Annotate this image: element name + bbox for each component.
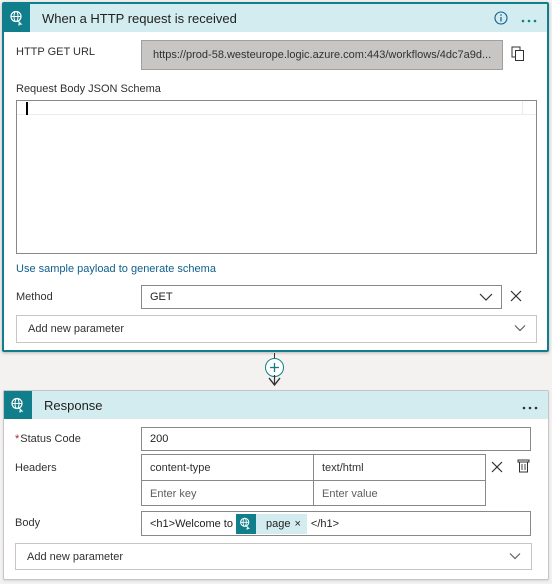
dynamic-content-token[interactable]: page × (235, 513, 307, 534)
header-key-cell[interactable]: content-type (142, 455, 313, 480)
close-icon[interactable] (508, 288, 524, 304)
method-value: GET (150, 291, 173, 303)
more-icon[interactable] (520, 400, 540, 410)
headers-table[interactable]: content-type text/html Enter key Enter v… (141, 454, 486, 506)
more-icon[interactable] (519, 13, 539, 23)
http-request-globe-icon (235, 513, 256, 534)
info-icon[interactable] (493, 10, 509, 26)
add-new-parameter-label: Add new parameter (28, 323, 124, 335)
schema-editor[interactable] (16, 100, 537, 254)
editor-scrollbar[interactable] (522, 101, 536, 115)
token-remove-icon[interactable]: × (294, 518, 306, 530)
header-value-input[interactable]: Enter value (314, 481, 486, 506)
required-marker: * (15, 433, 20, 445)
trigger-title: When a HTTP request is received (42, 10, 237, 26)
header-key-input[interactable]: Enter key (142, 481, 313, 506)
http-request-globe-icon (4, 391, 32, 419)
trigger-card-header[interactable]: When a HTTP request is received (4, 4, 547, 32)
headers-label: Headers (15, 462, 57, 474)
response-card-header[interactable]: Response (4, 391, 548, 419)
sample-payload-link[interactable]: Use sample payload to generate schema (16, 263, 216, 275)
schema-label: Request Body JSON Schema (16, 83, 161, 95)
editor-line (17, 101, 536, 115)
copy-icon[interactable] (508, 44, 528, 64)
status-code-input[interactable]: 200 (141, 427, 531, 451)
text-caret (26, 102, 28, 115)
http-get-url-label: HTTP GET URL (16, 46, 96, 58)
body-input[interactable]: <h1>Welcome to page × </h1> (141, 511, 531, 536)
status-code-label-text: Status Code (20, 433, 81, 445)
chevron-down-icon (514, 323, 526, 335)
header-value-cell[interactable]: text/html (314, 455, 486, 480)
delete-icon[interactable] (515, 458, 531, 474)
arrow-down-icon (268, 375, 281, 390)
body-label: Body (15, 517, 41, 529)
add-new-parameter-dropdown[interactable]: Add new parameter (15, 543, 532, 570)
add-new-parameter-dropdown[interactable]: Add new parameter (16, 315, 537, 343)
method-select[interactable]: GET (141, 285, 502, 309)
chevron-down-icon (509, 551, 521, 563)
response-card[interactable]: Response *Status Code 200 Headers conten… (3, 390, 549, 580)
status-code-value: 200 (150, 433, 169, 445)
http-request-globe-icon (4, 4, 30, 32)
token-label: page (265, 517, 291, 530)
trigger-card[interactable]: When a HTTP request is received HTTP GET… (2, 2, 549, 352)
body-suffix-text: </h1> (310, 517, 340, 530)
response-title: Response (44, 397, 103, 413)
body-prefix-text: <h1>Welcome to (150, 517, 233, 530)
method-label: Method (16, 291, 53, 303)
http-get-url-value: https://prod-58.westeurope.logic.azure.c… (153, 49, 492, 61)
chevron-down-icon[interactable] (479, 292, 493, 305)
status-code-label: *Status Code (15, 433, 81, 445)
add-new-parameter-label: Add new parameter (27, 550, 123, 563)
close-icon[interactable] (489, 459, 505, 475)
http-get-url-field[interactable]: https://prod-58.westeurope.logic.azure.c… (141, 40, 503, 70)
